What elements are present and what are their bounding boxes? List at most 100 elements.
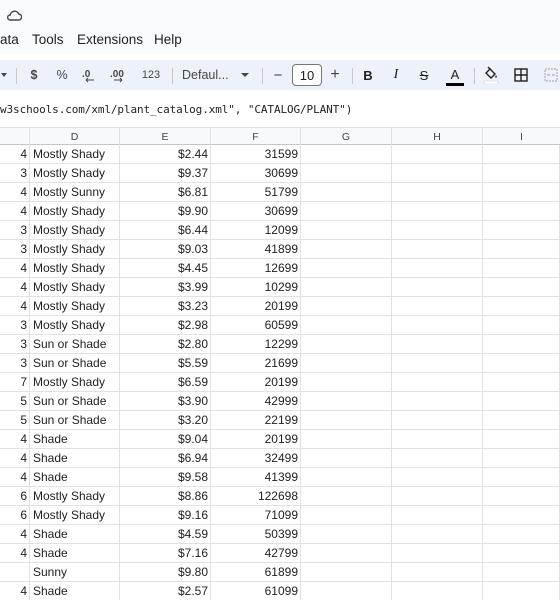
cell-e[interactable]: $9.04	[120, 430, 211, 448]
cell-f[interactable]: 20199	[211, 373, 301, 391]
cell-d[interactable]: Sun or Shade	[30, 411, 120, 429]
cell-e[interactable]: $6.81	[120, 183, 211, 201]
merge-cells-button[interactable]	[542, 60, 560, 90]
cell-g[interactable]	[301, 525, 392, 543]
cell-d[interactable]: Mostly Shady	[30, 202, 120, 220]
cell-h[interactable]	[392, 259, 483, 277]
increase-decimal-button[interactable]: .00	[108, 60, 134, 90]
cell-h[interactable]	[392, 449, 483, 467]
cell-f[interactable]: 30699	[211, 202, 301, 220]
cell-h[interactable]	[392, 430, 483, 448]
cell-e[interactable]: $2.57	[120, 582, 211, 600]
cell-f[interactable]: 41899	[211, 240, 301, 258]
cell-c[interactable]: 6	[0, 506, 30, 524]
menu-help[interactable]: Help	[154, 32, 182, 47]
increase-font-size-button[interactable]: +	[328, 60, 342, 90]
cell-e[interactable]: $6.94	[120, 449, 211, 467]
cell-i[interactable]	[483, 354, 560, 372]
cell-d[interactable]: Mostly Shady	[30, 316, 120, 334]
cell-g[interactable]	[301, 392, 392, 410]
cell-c[interactable]: 3	[0, 316, 30, 334]
cell-g[interactable]	[301, 145, 392, 163]
cell-g[interactable]	[301, 316, 392, 334]
cell-c[interactable]: 4	[0, 430, 30, 448]
cell-g[interactable]	[301, 240, 392, 258]
cell-g[interactable]	[301, 183, 392, 201]
cell-i[interactable]	[483, 278, 560, 296]
column-header-h[interactable]: H	[392, 128, 483, 145]
cell-e[interactable]: $3.90	[120, 392, 211, 410]
cell-c[interactable]: 4	[0, 297, 30, 315]
formula-bar[interactable]: w3schools.com/xml/plant_catalog.xml", "C…	[0, 98, 560, 122]
cell-i[interactable]	[483, 335, 560, 353]
cell-i[interactable]	[483, 468, 560, 486]
cell-f[interactable]: 20199	[211, 297, 301, 315]
cell-c[interactable]: 4	[0, 145, 30, 163]
cell-c[interactable]: 4	[0, 582, 30, 600]
cell-d[interactable]: Shade	[30, 468, 120, 486]
menu-extensions[interactable]: Extensions	[77, 32, 143, 47]
menu-tools[interactable]: Tools	[32, 32, 64, 47]
cell-h[interactable]	[392, 297, 483, 315]
bold-button[interactable]: B	[360, 60, 376, 90]
cell-i[interactable]	[483, 221, 560, 239]
strikethrough-button[interactable]: S	[416, 60, 432, 90]
decrease-font-size-button[interactable]: −	[271, 60, 285, 90]
cell-d[interactable]: Shade	[30, 525, 120, 543]
cell-e[interactable]: $2.44	[120, 145, 211, 163]
cell-e[interactable]: $3.23	[120, 297, 211, 315]
cell-h[interactable]	[392, 411, 483, 429]
cell-h[interactable]	[392, 392, 483, 410]
cell-g[interactable]	[301, 202, 392, 220]
cell-h[interactable]	[392, 582, 483, 600]
cell-g[interactable]	[301, 164, 392, 182]
cell-f[interactable]: 60599	[211, 316, 301, 334]
cell-h[interactable]	[392, 278, 483, 296]
cell-c[interactable]: 4	[0, 259, 30, 277]
currency-format-button[interactable]: $	[26, 60, 42, 90]
cell-h[interactable]	[392, 468, 483, 486]
more-formats-button[interactable]: 123	[140, 60, 162, 90]
cell-i[interactable]	[483, 411, 560, 429]
cell-d[interactable]: Mostly Shady	[30, 278, 120, 296]
cell-c[interactable]: 4	[0, 544, 30, 562]
cell-c[interactable]: 4	[0, 449, 30, 467]
cell-c[interactable]: 4	[0, 468, 30, 486]
cell-f[interactable]: 22199	[211, 411, 301, 429]
cell-d[interactable]: Mostly Shady	[30, 221, 120, 239]
cell-e[interactable]: $9.58	[120, 468, 211, 486]
column-header-g[interactable]: G	[301, 128, 392, 145]
cell-g[interactable]	[301, 430, 392, 448]
text-color-button[interactable]: A	[444, 60, 466, 90]
cell-e[interactable]: $9.03	[120, 240, 211, 258]
cell-f[interactable]: 122698	[211, 487, 301, 505]
cell-g[interactable]	[301, 354, 392, 372]
font-size-input[interactable]: 10	[292, 64, 322, 86]
cell-f[interactable]: 61899	[211, 563, 301, 581]
percent-format-button[interactable]: %	[54, 60, 70, 90]
cell-g[interactable]	[301, 544, 392, 562]
cell-d[interactable]: Shade	[30, 430, 120, 448]
cell-c[interactable]: 3	[0, 164, 30, 182]
cell-h[interactable]	[392, 506, 483, 524]
cell-d[interactable]: Shade	[30, 544, 120, 562]
cell-d[interactable]: Mostly Shady	[30, 240, 120, 258]
cell-d[interactable]: Sun or Shade	[30, 354, 120, 372]
cell-d[interactable]: Mostly Shady	[30, 145, 120, 163]
cell-h[interactable]	[392, 183, 483, 201]
fill-color-button[interactable]	[482, 60, 500, 90]
cell-f[interactable]: 30699	[211, 164, 301, 182]
cell-c[interactable]: 7	[0, 373, 30, 391]
cell-e[interactable]: $6.59	[120, 373, 211, 391]
cell-f[interactable]: 10299	[211, 278, 301, 296]
cell-h[interactable]	[392, 373, 483, 391]
cell-i[interactable]	[483, 240, 560, 258]
cell-f[interactable]: 12099	[211, 221, 301, 239]
cell-h[interactable]	[392, 240, 483, 258]
cell-c[interactable]: 5	[0, 411, 30, 429]
cell-f[interactable]: 71099	[211, 506, 301, 524]
cell-c[interactable]	[0, 563, 30, 581]
cell-i[interactable]	[483, 525, 560, 543]
cell-f[interactable]: 12299	[211, 335, 301, 353]
cell-c[interactable]: 4	[0, 278, 30, 296]
